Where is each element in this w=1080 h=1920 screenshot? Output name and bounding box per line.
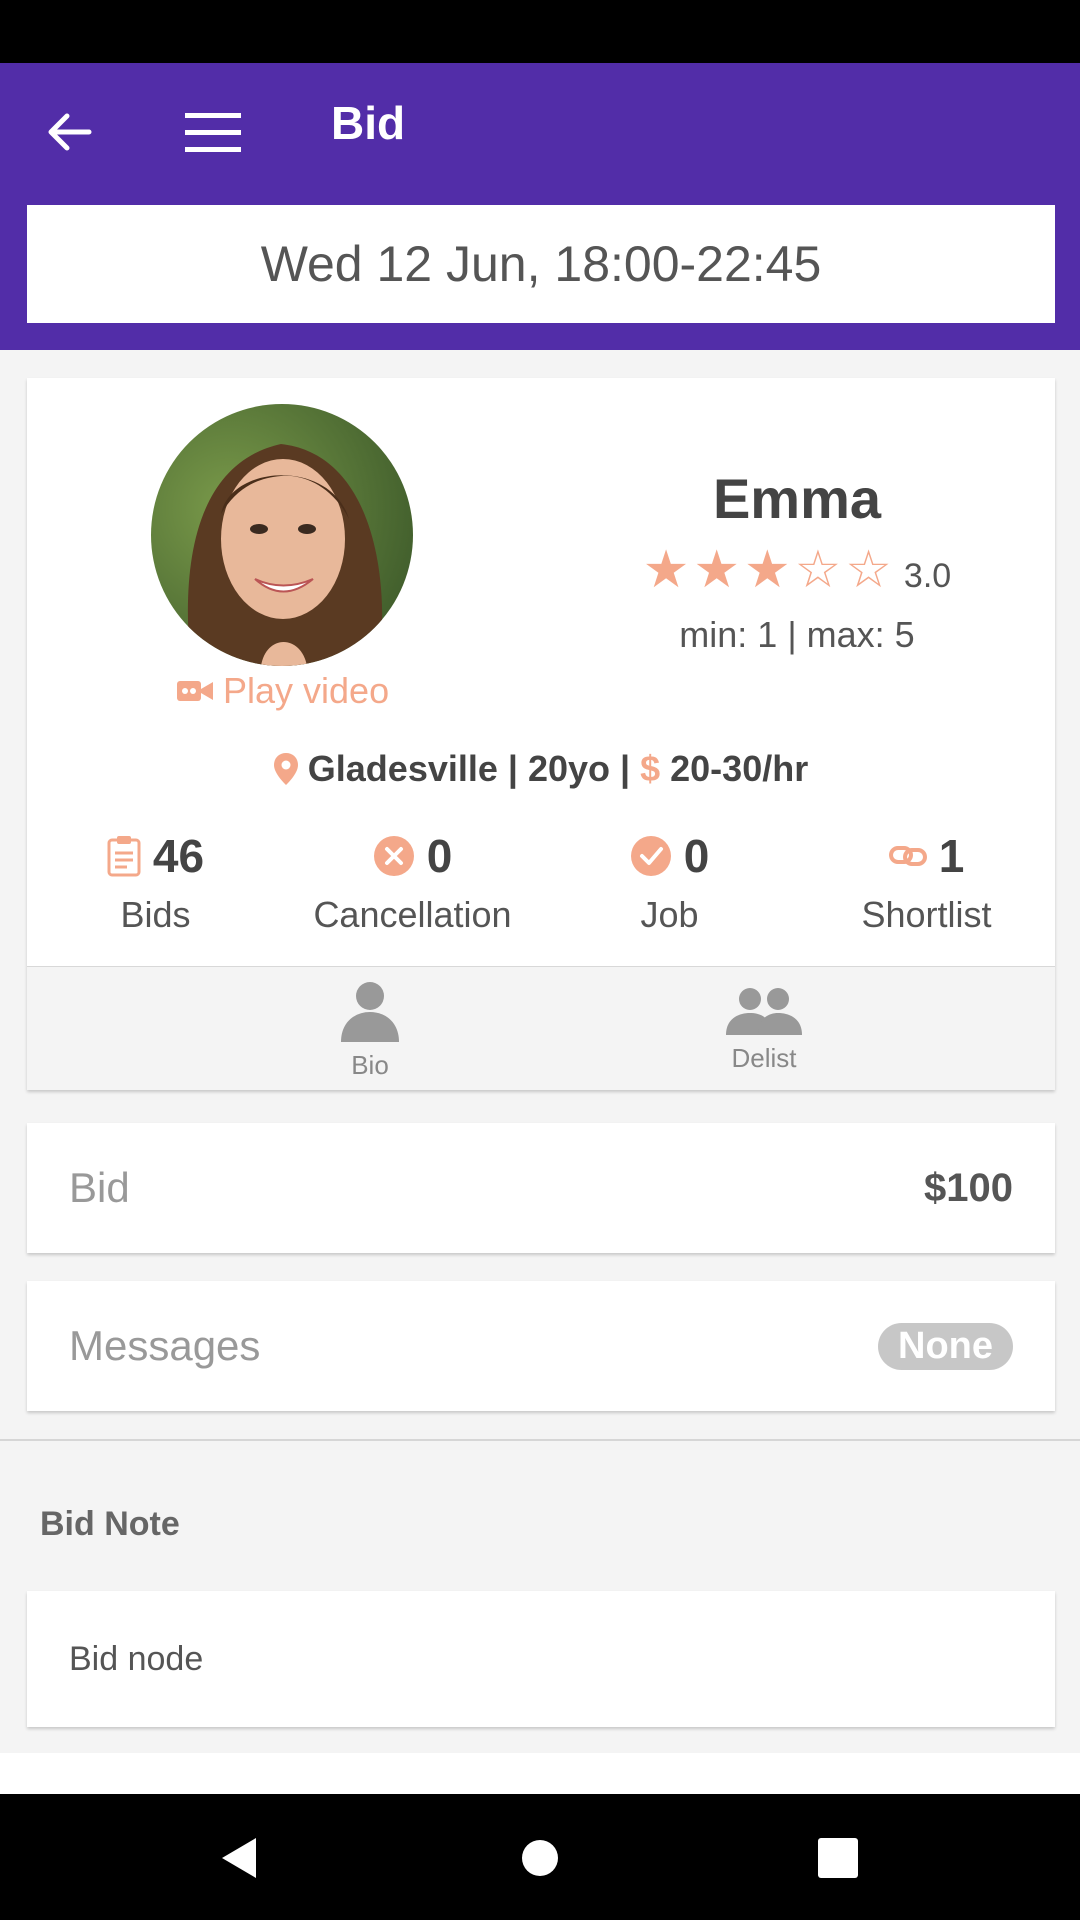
tab-delist[interactable]: Delist bbox=[634, 967, 894, 1091]
stat-label: Bids bbox=[120, 894, 191, 935]
messages-label: Messages bbox=[69, 1322, 261, 1369]
stat-value: 1 bbox=[938, 830, 965, 882]
main-content: Play video Emma ★ ★ ★ ☆ ☆ 3.0 min: 1 | m… bbox=[0, 350, 1080, 1794]
stat-value: 0 bbox=[683, 830, 710, 882]
stat-label: Shortlist bbox=[861, 894, 992, 935]
stat-value: 46 bbox=[152, 830, 205, 882]
back-arrow-icon[interactable] bbox=[36, 99, 102, 165]
star-rating: ★ ★ ★ ☆ ☆ 3.0 bbox=[607, 536, 987, 604]
tab-bio[interactable]: Bio bbox=[240, 967, 500, 1091]
profile-name: Emma bbox=[712, 467, 882, 530]
person-icon bbox=[341, 981, 399, 1042]
location-text: Gladesville bbox=[307, 748, 498, 789]
stat-cancellation: 0 Cancellation bbox=[284, 826, 541, 936]
messages-badge: None bbox=[878, 1322, 1013, 1370]
video-camera-icon bbox=[177, 681, 213, 701]
clipboard-icon bbox=[107, 836, 141, 877]
tab-label: Delist bbox=[731, 1042, 797, 1073]
link-icon bbox=[888, 846, 927, 866]
stat-shortlist: 1 Shortlist bbox=[798, 826, 1055, 936]
play-video-button[interactable]: Play video bbox=[177, 670, 389, 712]
hamburger-menu-icon[interactable] bbox=[180, 99, 246, 165]
dollar-icon: $ bbox=[640, 748, 661, 789]
nav-recents-icon[interactable] bbox=[808, 1828, 868, 1888]
people-icon bbox=[726, 987, 802, 1035]
separator: | bbox=[620, 748, 631, 789]
stat-bids: 46 Bids bbox=[27, 826, 284, 936]
profile-meta: Gladesville | 20yo | $ 20-30/hr bbox=[27, 748, 1055, 790]
star-filled-icon: ★ bbox=[744, 541, 791, 599]
page-title: Bid bbox=[331, 97, 406, 149]
navigation-bar bbox=[0, 1794, 1080, 1920]
location-pin-icon bbox=[273, 753, 298, 785]
nav-back-icon[interactable] bbox=[208, 1828, 268, 1888]
status-bar bbox=[0, 0, 1080, 63]
bid-note-field[interactable]: Bid node bbox=[27, 1591, 1055, 1727]
min-max-text: min: 1 | max: 5 bbox=[679, 614, 915, 655]
stats-row: 46 Bids 0 Cancellation 0 Job 1 Shortlist bbox=[27, 826, 1055, 936]
profile-card: Play video Emma ★ ★ ★ ☆ ☆ 3.0 min: 1 | m… bbox=[27, 378, 1055, 1090]
separator: | bbox=[507, 748, 518, 789]
tab-label: Bio bbox=[351, 1049, 389, 1080]
bid-label: Bid bbox=[69, 1164, 130, 1211]
check-circle-icon bbox=[630, 836, 671, 876]
play-video-label: Play video bbox=[223, 670, 390, 711]
stat-value: 0 bbox=[426, 830, 453, 882]
rating-value: 3.0 bbox=[903, 557, 952, 595]
app-bar: Bid Wed 12 Jun, 18:00-22:45 bbox=[0, 63, 1080, 350]
star-filled-icon: ★ bbox=[693, 541, 741, 599]
stat-label: Cancellation bbox=[313, 894, 512, 935]
star-empty-icon: ☆ bbox=[845, 541, 892, 599]
star-filled-icon: ★ bbox=[642, 541, 690, 599]
cancel-circle-icon bbox=[373, 836, 414, 876]
name-block: Emma ★ ★ ★ ☆ ☆ 3.0 min: 1 | max: 5 bbox=[607, 468, 987, 656]
date-time-display: Wed 12 Jun, 18:00-22:45 bbox=[27, 205, 1055, 323]
star-empty-icon: ☆ bbox=[794, 541, 842, 599]
rate-text: 20-30/hr bbox=[670, 748, 809, 789]
messages-row[interactable]: Messages None bbox=[27, 1281, 1055, 1411]
bid-note-title: Bid Note bbox=[40, 1505, 180, 1543]
bottom-spacer bbox=[0, 1753, 1080, 1794]
avatar bbox=[151, 404, 413, 666]
action-tab-row: Bio Delist bbox=[27, 966, 1055, 1090]
stat-job: 0 Job bbox=[541, 826, 798, 936]
divider bbox=[0, 1439, 1080, 1441]
bid-row[interactable]: Bid $100 bbox=[27, 1123, 1055, 1253]
age-text: 20yo bbox=[527, 748, 611, 789]
nav-home-icon[interactable] bbox=[510, 1828, 570, 1888]
bid-amount: $100 bbox=[924, 1165, 1013, 1210]
stat-label: Job bbox=[640, 894, 699, 935]
